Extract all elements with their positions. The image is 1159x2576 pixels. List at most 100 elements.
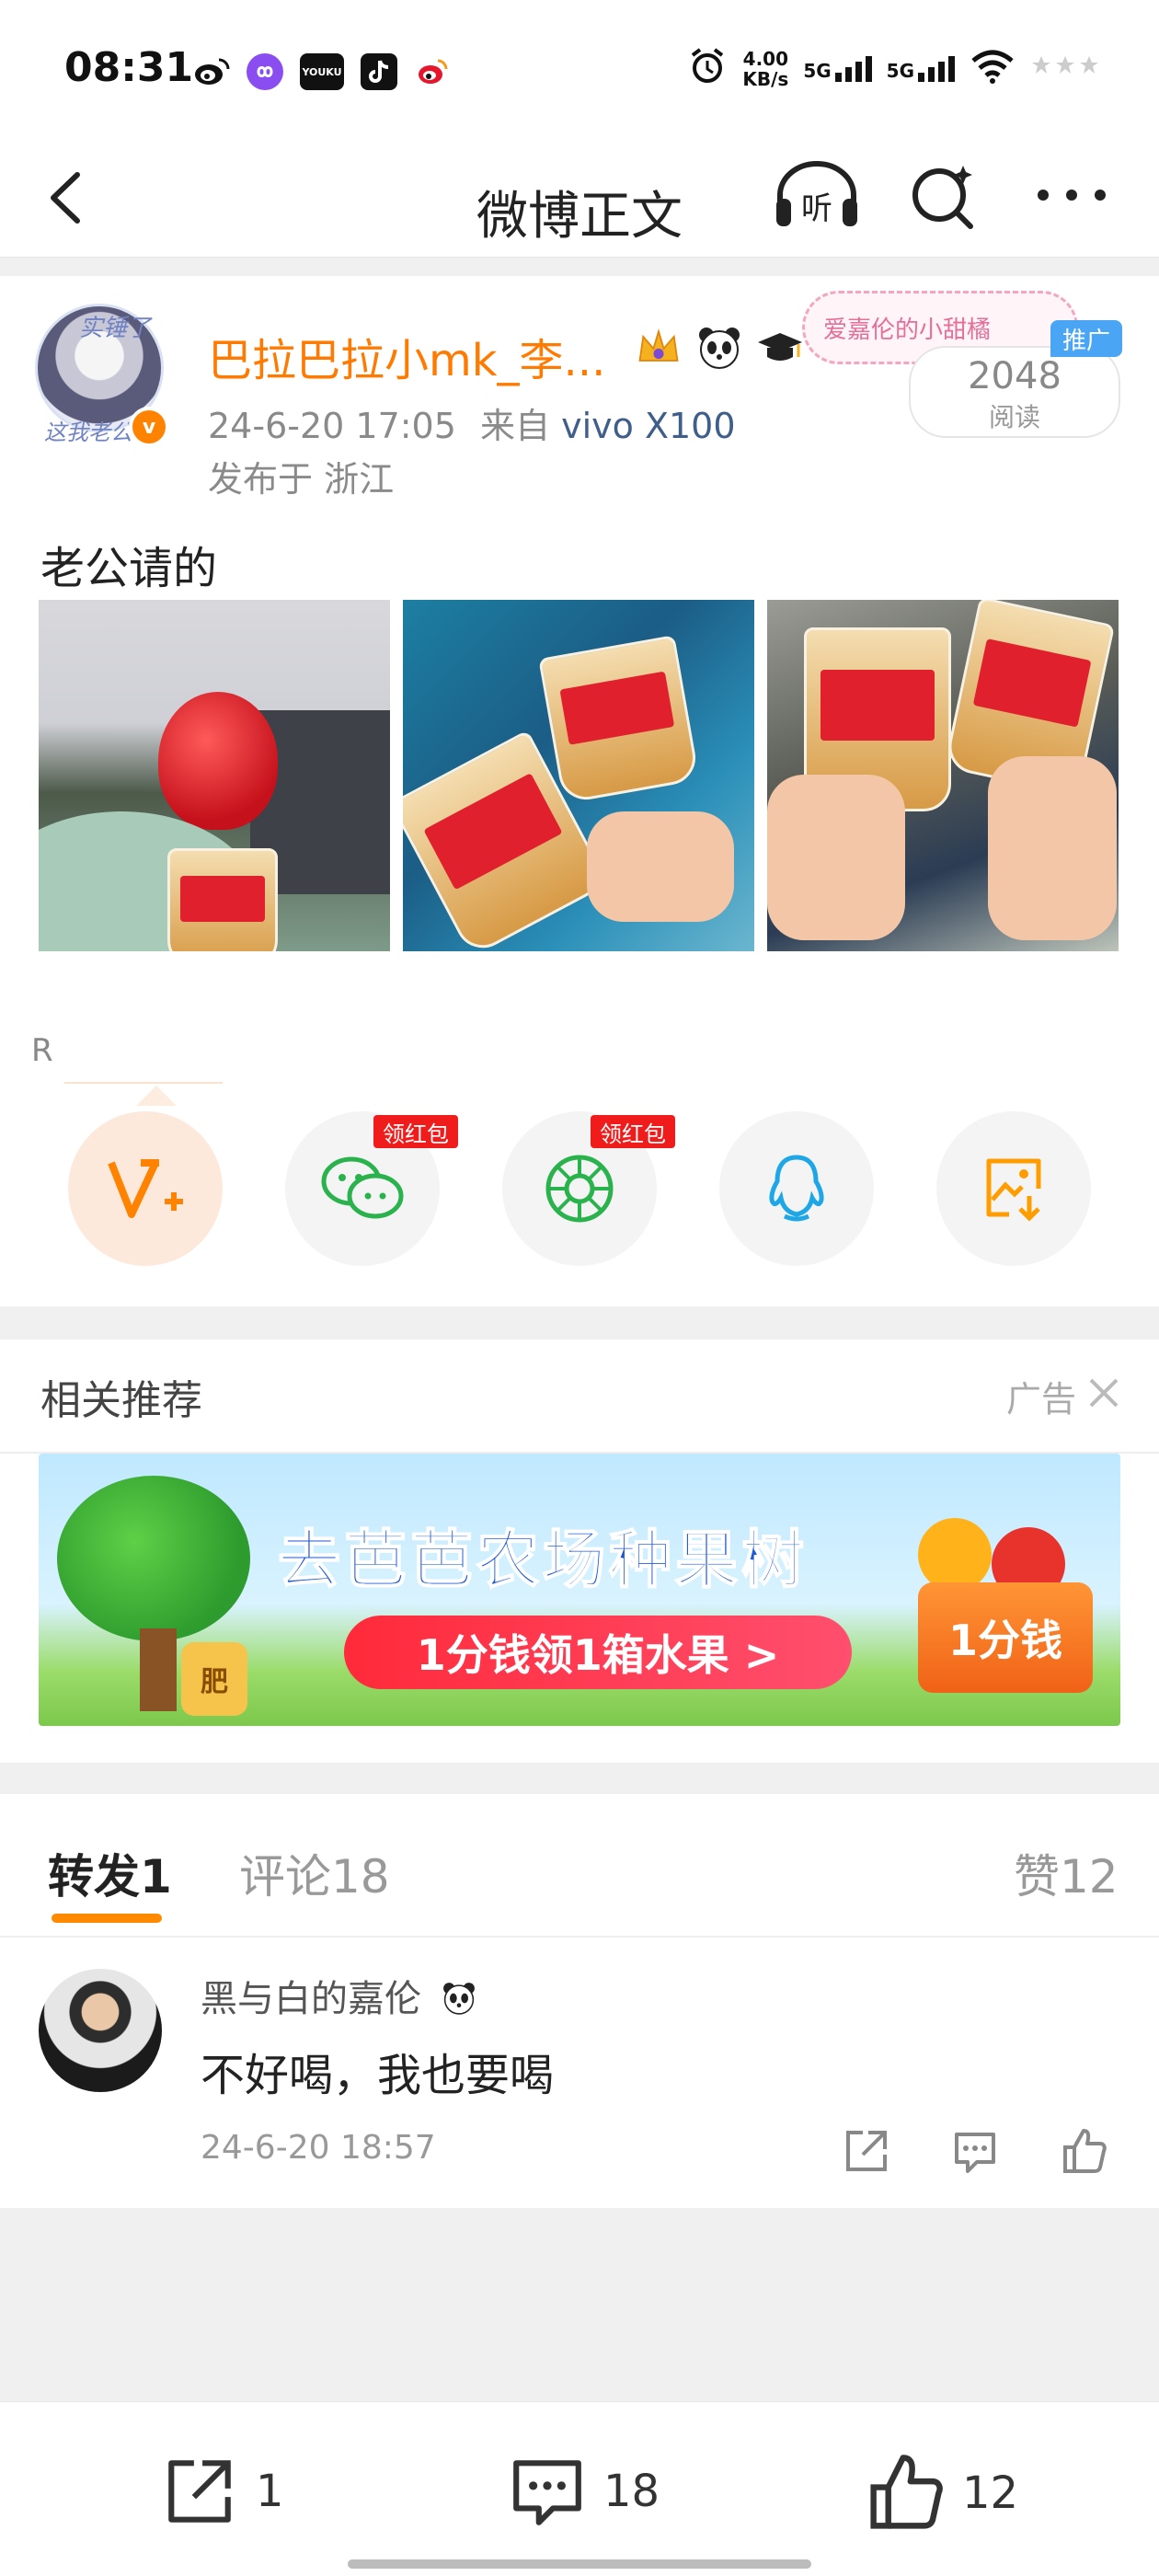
read-count: 2048 bbox=[968, 355, 1061, 397]
comment-icon bbox=[955, 2133, 995, 2173]
wifi-icon bbox=[970, 48, 1016, 89]
commenter-avatar[interactable] bbox=[39, 1969, 162, 2092]
repost-button[interactable]: 1 bbox=[158, 2452, 284, 2531]
share-pointer bbox=[136, 1086, 177, 1106]
infinity-icon bbox=[247, 53, 283, 90]
tab-comments[interactable]: 评论18 bbox=[239, 1840, 390, 1906]
interaction-section: 转发1 评论18 赞12 黑与白的嘉伦 不好喝，我也要喝 24-6-20 18:… bbox=[0, 1794, 1159, 2208]
ad-banner[interactable]: 肥 去芭芭农场种果树 1分钱领1箱水果 > 1分钱 bbox=[39, 1454, 1120, 1726]
tab-comments-label: 评论 bbox=[239, 1850, 331, 1903]
comment-like-button[interactable] bbox=[1058, 2125, 1109, 2177]
share-divider bbox=[64, 1082, 223, 1084]
post-meta: 24-6-20 17:05 来自 vivo X100 bbox=[208, 397, 736, 448]
ad-cta-button[interactable]: 1分钱领1箱水果 > bbox=[344, 1616, 852, 1689]
battery-icon bbox=[1030, 52, 1104, 85]
youku-icon: YOUKU bbox=[300, 53, 344, 90]
ad-close-button[interactable] bbox=[1085, 1374, 1122, 1411]
crown-icon[interactable] bbox=[635, 324, 683, 372]
read-label: 阅读 bbox=[988, 402, 1040, 432]
tab-likes[interactable]: 赞12 bbox=[1014, 1840, 1119, 1906]
comment-time: 24-6-20 18:57 bbox=[201, 2129, 436, 2167]
share-vplus-button[interactable] bbox=[68, 1111, 223, 1266]
tiktok-icon bbox=[361, 53, 397, 90]
tab-likes-label: 赞 bbox=[1014, 1850, 1060, 1903]
qq-icon bbox=[769, 1155, 824, 1222]
signal-bars-icon bbox=[918, 55, 955, 82]
ad-headline: 去芭芭农场种果树 bbox=[277, 1524, 809, 1598]
orange-icon bbox=[918, 1518, 992, 1592]
comment-text: 不好喝，我也要喝 bbox=[201, 2050, 555, 2101]
alarm-icon bbox=[687, 46, 728, 91]
listen-label: 听 bbox=[801, 190, 832, 227]
user-badges bbox=[635, 324, 804, 372]
save-image-button[interactable] bbox=[936, 1111, 1091, 1266]
post-photo-1[interactable] bbox=[39, 600, 390, 951]
verified-v-icon: v bbox=[129, 407, 169, 447]
panda-icon[interactable] bbox=[695, 324, 743, 372]
post-location: 发布于 浙江 bbox=[208, 459, 395, 500]
post-photo-2[interactable] bbox=[403, 600, 754, 951]
fertilizer-bag: 肥 bbox=[181, 1642, 247, 1716]
search-icon bbox=[912, 166, 973, 229]
nav-bar: 微博正文 听 bbox=[0, 138, 1159, 258]
graduation-cap-icon[interactable] bbox=[756, 324, 804, 372]
commenter-name[interactable]: 黑与白的嘉伦 bbox=[201, 1969, 479, 2022]
signal-2: 5G bbox=[886, 55, 955, 82]
author-avatar[interactable]: 实锤了 这我老公 v bbox=[35, 304, 173, 451]
close-icon bbox=[1089, 1378, 1119, 1408]
repost-icon bbox=[846, 2131, 887, 2171]
bottom-action-bar: 1 18 12 bbox=[0, 2401, 1159, 2576]
status-app-icons: YOUKU bbox=[193, 53, 451, 90]
comment-button[interactable]: 18 bbox=[506, 2452, 660, 2531]
status-time: 08:31 bbox=[64, 44, 194, 91]
comment-icon bbox=[513, 2460, 581, 2525]
home-indicator[interactable] bbox=[348, 2559, 811, 2569]
like-button[interactable]: 12 bbox=[865, 2452, 1018, 2535]
search-button[interactable] bbox=[906, 158, 980, 232]
tab-comments-count: 18 bbox=[331, 1850, 390, 1903]
status-right: 4.00 KB/s 5G 5G bbox=[687, 46, 1104, 91]
post-date: 24-6-20 17:05 bbox=[208, 406, 456, 446]
signal-bars-icon bbox=[834, 55, 872, 82]
headphones-icon: 听 bbox=[776, 161, 857, 227]
signal-2-label: 5G bbox=[886, 59, 914, 82]
save-image-icon bbox=[986, 1158, 1041, 1222]
post-text: 老公请的 bbox=[40, 543, 218, 594]
net-speed-unit: KB/s bbox=[742, 67, 789, 90]
signal-1-label: 5G bbox=[803, 59, 832, 82]
commenter-name-text: 黑与白的嘉伦 bbox=[201, 1978, 421, 2020]
r-label: R bbox=[31, 1032, 53, 1069]
device-link[interactable]: vivo X100 bbox=[561, 406, 735, 446]
active-tab-indicator bbox=[52, 1914, 162, 1923]
post-photo-3[interactable] bbox=[767, 600, 1119, 951]
wechat-icon bbox=[321, 1156, 404, 1219]
thumbs-up-icon bbox=[1063, 2129, 1107, 2173]
tab-repost-label: 转发 bbox=[48, 1850, 140, 1903]
comment-reply-button[interactable] bbox=[949, 2125, 1001, 2177]
ad-fruit-box: 1分钱 bbox=[918, 1582, 1093, 1693]
listen-button[interactable]: 听 bbox=[771, 158, 863, 232]
photo-grid bbox=[39, 600, 1119, 951]
avatar-frame-bottom-text: 这我老公 bbox=[44, 420, 132, 445]
page-title: 微博正文 bbox=[476, 187, 683, 247]
ad-label: 广告 bbox=[1005, 1379, 1076, 1420]
related-title: 相关推荐 bbox=[40, 1377, 202, 1424]
thumbs-up-icon bbox=[870, 2455, 943, 2529]
tree-icon bbox=[57, 1476, 250, 1641]
signal-1: 5G bbox=[803, 55, 872, 82]
wechat-redpacket-badge: 领红包 bbox=[373, 1115, 458, 1148]
comment-count: 18 bbox=[603, 2466, 660, 2517]
share-qq-button[interactable] bbox=[719, 1111, 874, 1266]
author-username[interactable]: 巴拉巴拉小mk_李... bbox=[208, 324, 605, 388]
more-button[interactable] bbox=[1030, 158, 1113, 232]
related-section: 相关推荐 广告 肥 去芭芭农场种果树 1分钱领1箱水果 > 1分钱 bbox=[0, 1340, 1159, 1763]
net-speed-value: 4.00 bbox=[742, 47, 789, 70]
moments-redpacket-badge: 领红包 bbox=[591, 1115, 675, 1148]
moments-icon bbox=[545, 1155, 614, 1223]
comment-repost-button[interactable] bbox=[841, 2125, 892, 2177]
tab-repost[interactable]: 转发1 bbox=[48, 1840, 172, 1906]
post-card: 实锤了 这我老公 v 巴拉巴拉小mk_李... 爱嘉伦的小甜橘 2048 阅读 … bbox=[0, 276, 1159, 1306]
repost-count: 1 bbox=[256, 2466, 284, 2517]
status-bar: 08:31 YOUKU 4.00 KB/s 5G 5G bbox=[0, 0, 1159, 138]
like-count: 12 bbox=[962, 2467, 1019, 2519]
